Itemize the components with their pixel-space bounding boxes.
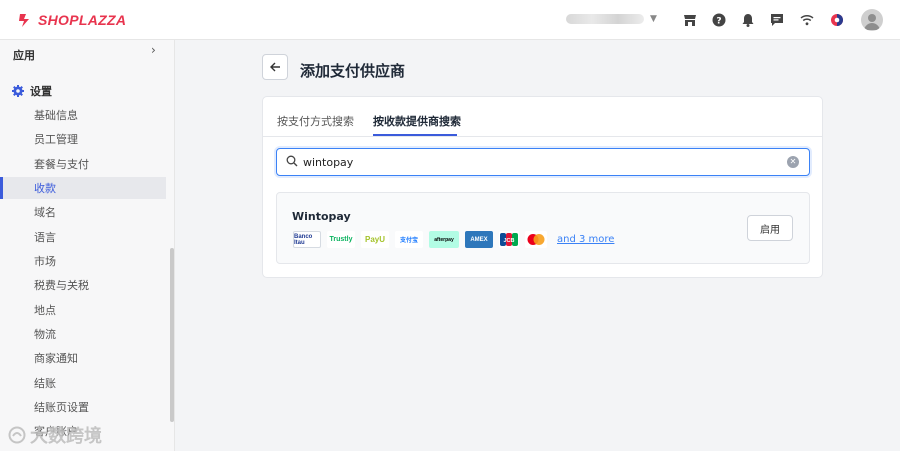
alipay-icon: 支付宝 bbox=[395, 231, 423, 248]
payu-icon: PayU bbox=[361, 231, 389, 248]
search-tabs: 按支付方式搜索 按收款提供商搜索 bbox=[263, 97, 822, 137]
wifi-icon[interactable] bbox=[798, 11, 816, 29]
tab-search-by-method[interactable]: 按支付方式搜索 bbox=[277, 113, 354, 129]
mastercard-icon bbox=[525, 231, 547, 248]
provider-row[interactable]: Wintopay Banco Itau Trustly PayU 支付宝 aft… bbox=[276, 192, 810, 264]
shoplazza-logo[interactable]: SHOPLAZZA bbox=[16, 11, 126, 29]
jcb-icon: JCB bbox=[499, 231, 519, 248]
sidebar-item-label: 物流 bbox=[34, 328, 56, 341]
sidebar-item-label: 地点 bbox=[34, 304, 56, 317]
search-icon bbox=[286, 155, 298, 167]
sidebar-item-staff[interactable]: 员工管理 bbox=[0, 128, 166, 150]
bell-icon[interactable] bbox=[739, 11, 757, 29]
sidebar-item-notifications[interactable]: 商家通知 bbox=[0, 347, 166, 369]
sidebar-scrollbar[interactable] bbox=[170, 248, 174, 422]
sidebar-item-label: 市场 bbox=[34, 255, 56, 268]
store-icon[interactable] bbox=[681, 11, 699, 29]
sidebar-item-label: 税费与关税 bbox=[34, 279, 89, 292]
sidebar-item-plan-billing[interactable]: 套餐与支付 bbox=[0, 153, 166, 175]
trustly-icon: Trustly bbox=[327, 231, 355, 248]
shoplazza-logo-icon bbox=[19, 14, 29, 27]
sidebar-item-label: 域名 bbox=[34, 206, 56, 219]
search-box: ✕ bbox=[276, 148, 810, 176]
payment-methods: Banco Itau Trustly PayU 支付宝 afterpay AME… bbox=[293, 231, 614, 248]
sidebar-item-languages[interactable]: 语言 bbox=[0, 226, 166, 248]
sidebar-item-label: 收款 bbox=[34, 182, 56, 195]
svg-text:?: ? bbox=[716, 17, 721, 27]
sidebar-item-checkout-page[interactable]: 结账页设置 bbox=[0, 396, 166, 418]
sidebar-item-basic-info[interactable]: 基础信息 bbox=[0, 104, 166, 126]
provider-search-card: 按支付方式搜索 按收款提供商搜索 ✕ Wintopay Banco Itau T… bbox=[262, 96, 823, 278]
store-name[interactable] bbox=[566, 14, 644, 24]
help-icon[interactable]: ? bbox=[710, 11, 728, 29]
sidebar-item-label: 结账页设置 bbox=[34, 401, 89, 414]
sidebar-item-label: 套餐与支付 bbox=[34, 158, 89, 171]
sidebar-item-label: 语言 bbox=[34, 231, 56, 244]
sidebar-item-settings[interactable]: 设置 bbox=[0, 80, 166, 102]
sidebar-item-payments[interactable]: 收款 bbox=[0, 177, 166, 199]
sidebar-item-label: 设置 bbox=[30, 85, 52, 98]
sidebar-item-taxes[interactable]: 税费与关税 bbox=[0, 274, 166, 296]
sidebar-item-locations[interactable]: 地点 bbox=[0, 299, 166, 321]
sidebar-item-label: 员工管理 bbox=[34, 133, 78, 146]
sidebar-item-label: 结账 bbox=[34, 377, 56, 390]
sidebar-item-apps[interactable]: 应用 bbox=[0, 44, 166, 66]
sidebar-item-markets[interactable]: 市场 bbox=[0, 250, 166, 272]
svg-text:JCB: JCB bbox=[503, 238, 514, 244]
chevron-down-icon[interactable]: ▼ bbox=[650, 14, 657, 24]
watermark-text: 大数跨境 bbox=[30, 426, 102, 447]
sidebar-item-label: 应用 bbox=[13, 49, 35, 62]
clear-icon[interactable]: ✕ bbox=[787, 156, 799, 168]
avatar[interactable] bbox=[861, 9, 883, 31]
provider-name: Wintopay bbox=[292, 210, 351, 223]
mastercard-logo-icon bbox=[527, 234, 545, 245]
top-bar: SHOPLAZZA ▼ ? bbox=[0, 0, 900, 40]
watermark: 大数跨境 bbox=[8, 422, 102, 448]
jcb-logo-icon: JCB bbox=[500, 233, 518, 246]
sidebar: 应用 › 设置 基础信息 员工管理 套餐与支付 收款 域名 语言 市场 税费与关… bbox=[0, 40, 175, 451]
chat-icon[interactable] bbox=[768, 11, 786, 29]
tab-search-by-provider[interactable]: 按收款提供商搜索 bbox=[373, 113, 461, 129]
banco-icon: Banco Itau bbox=[293, 231, 321, 248]
chevron-right-icon[interactable]: › bbox=[151, 43, 156, 57]
afterpay-icon: afterpay bbox=[429, 231, 459, 248]
arrow-left-icon bbox=[270, 62, 280, 72]
app-badge-icon[interactable] bbox=[828, 11, 846, 29]
enable-button[interactable]: 启用 bbox=[747, 215, 793, 241]
page-title: 添加支付供应商 bbox=[300, 62, 406, 80]
watermark-logo-icon bbox=[8, 426, 26, 444]
more-methods-link[interactable]: and 3 more bbox=[557, 234, 614, 245]
gear-icon bbox=[12, 85, 24, 97]
amex-icon: AMEX bbox=[465, 231, 493, 248]
sidebar-item-domains[interactable]: 域名 bbox=[0, 201, 166, 223]
search-input[interactable] bbox=[303, 153, 783, 171]
active-tab-indicator bbox=[373, 134, 457, 136]
sidebar-item-label: 基础信息 bbox=[34, 109, 78, 122]
sidebar-item-label: 商家通知 bbox=[34, 352, 78, 365]
back-button[interactable] bbox=[262, 54, 288, 80]
sidebar-item-checkout[interactable]: 结账 bbox=[0, 372, 166, 394]
active-indicator bbox=[0, 177, 3, 199]
logo-text: SHOPLAZZA bbox=[38, 12, 127, 28]
sidebar-item-shipping[interactable]: 物流 bbox=[0, 323, 166, 345]
